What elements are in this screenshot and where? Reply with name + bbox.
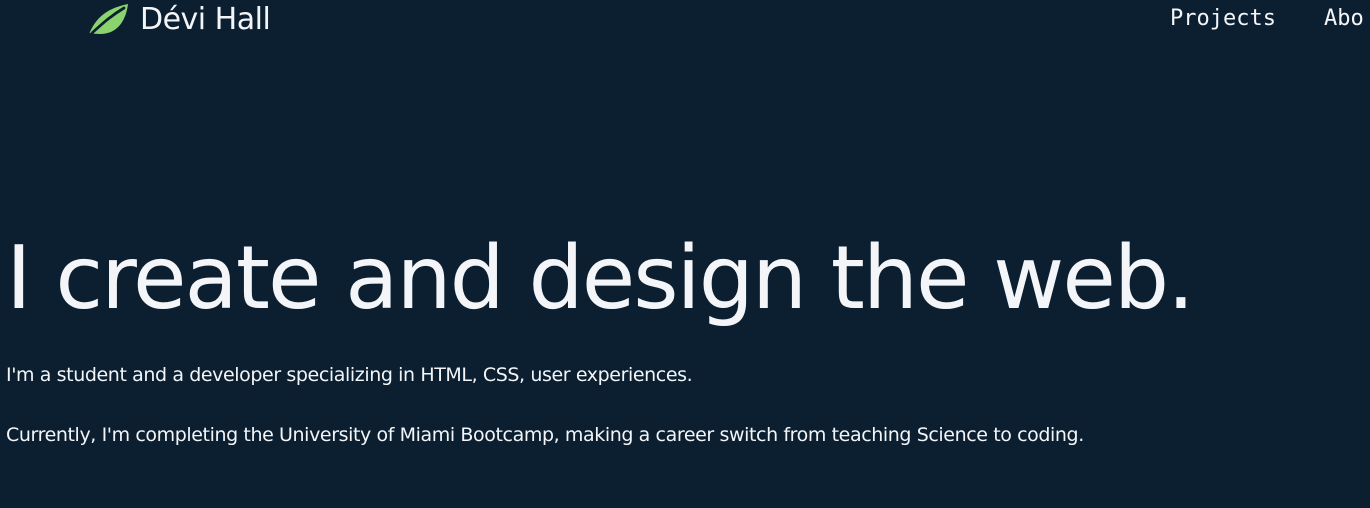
brand-name: Dévi Hall (140, 2, 271, 37)
hero-intro-text: I'm a student and a developer specializi… (6, 364, 693, 386)
nav-link-projects[interactable]: Projects (1170, 0, 1276, 38)
hero-section: I create and design the web. I'm a stude… (6, 222, 1370, 448)
top-navigation-bar: Dévi Hall Projects Abo (0, 0, 1370, 44)
hero-title: I create and design the web. (6, 227, 1195, 329)
leaf-icon (89, 4, 128, 35)
brand-home-link[interactable]: Dévi Hall (88, 0, 271, 40)
primary-nav: Projects Abo (1170, 0, 1364, 38)
hero-current-text: Currently, I'm completing the University… (6, 424, 1084, 446)
nav-link-about[interactable]: Abo (1324, 0, 1364, 38)
